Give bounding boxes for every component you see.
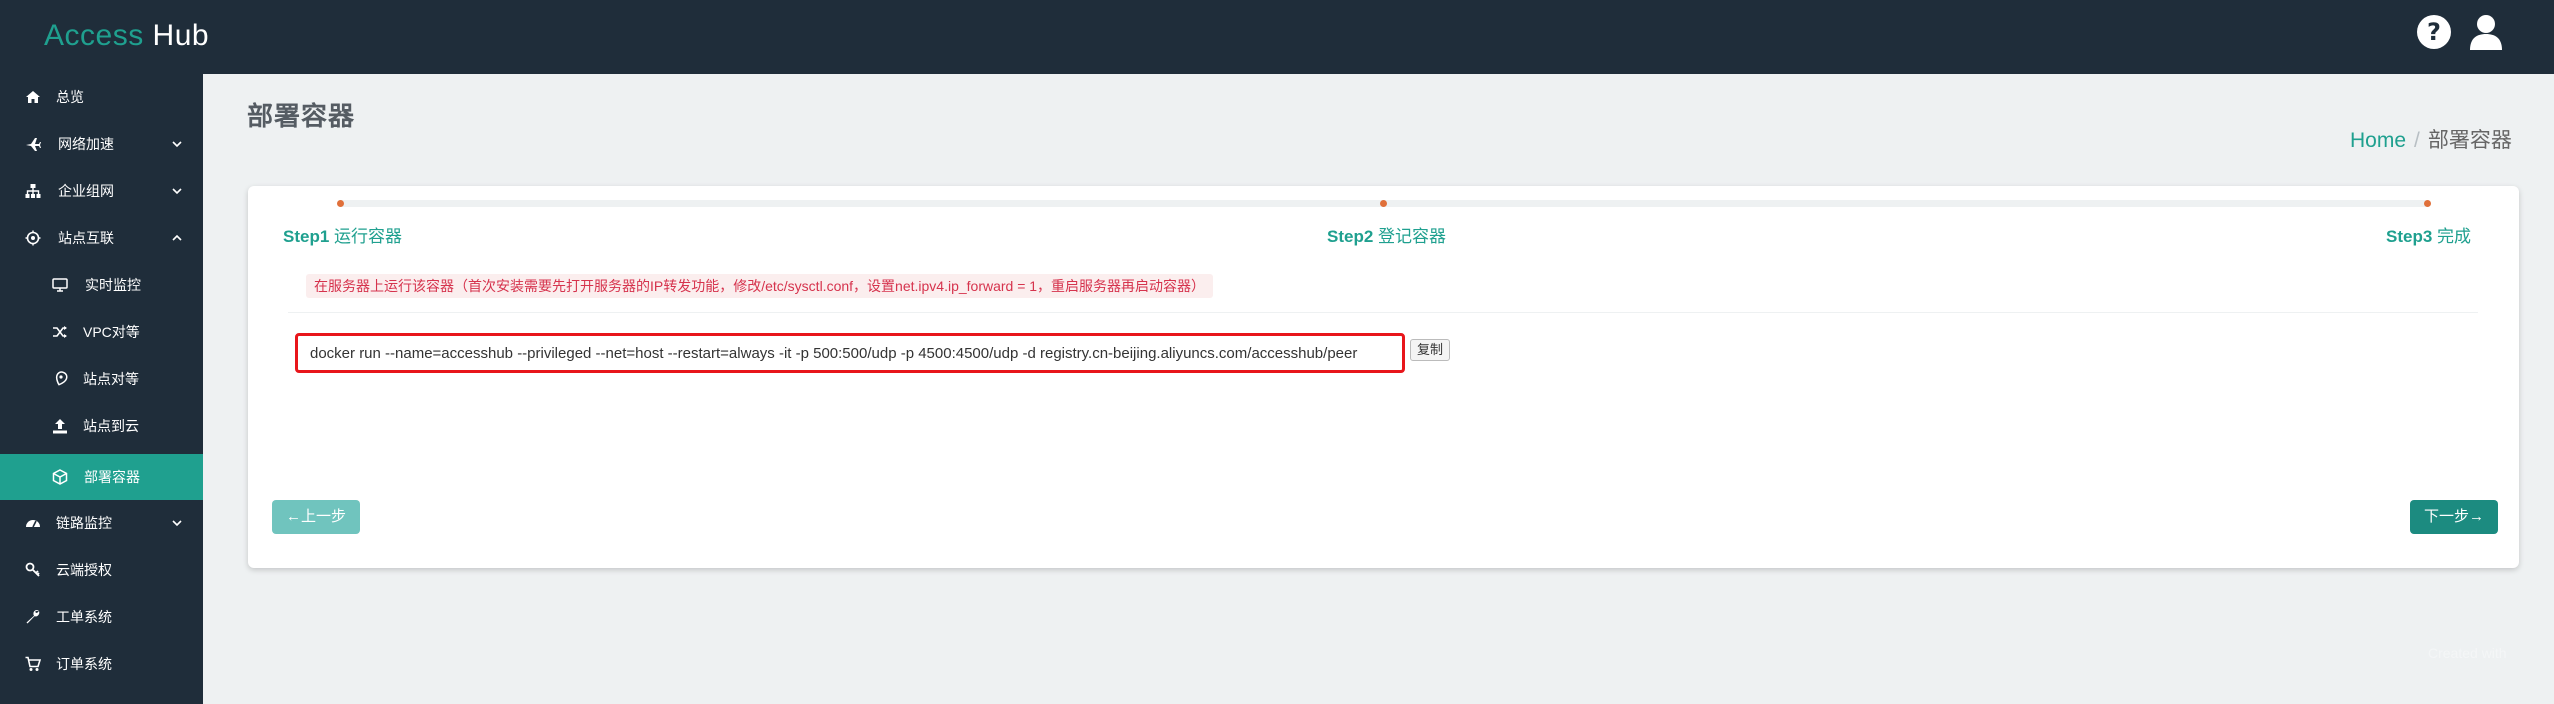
plane-icon bbox=[26, 138, 41, 151]
sidebar-item-label: 工单系统 bbox=[56, 609, 112, 625]
chevron-down-icon bbox=[172, 141, 182, 148]
sidebar-item-label: 部署容器 bbox=[84, 469, 140, 485]
sitemap-icon bbox=[25, 184, 41, 198]
wrench-icon bbox=[26, 610, 40, 624]
breadcrumb-home-link[interactable]: Home bbox=[2350, 129, 2406, 152]
breadcrumb-separator: / bbox=[2414, 129, 2420, 152]
sidebar-item-label: 企业组网 bbox=[58, 183, 114, 199]
sidebar-item-label: 总览 bbox=[56, 89, 84, 105]
sidebar-item-label: VPC对等 bbox=[83, 324, 140, 340]
step1-name: 运行容器 bbox=[334, 227, 403, 246]
next-step-button[interactable]: 下一步→ bbox=[2410, 500, 2499, 534]
sidebar-item-vpc-peering[interactable]: VPC对等 bbox=[0, 309, 203, 355]
sidebar-item-network-acceleration[interactable]: 网络加速 bbox=[0, 121, 203, 167]
footer-created-with: Created with bbox=[2428, 645, 2507, 661]
step1-dot bbox=[337, 200, 344, 207]
docker-command-text[interactable]: docker run --name=accesshub --privileged… bbox=[310, 345, 1357, 362]
step2-number: Step2 bbox=[1327, 227, 1374, 246]
brand-part-2: Hub bbox=[152, 19, 210, 52]
upload-icon bbox=[53, 419, 67, 434]
wizard-card: Step1 运行容器 Step2 登记容器 Step3 完成 在服务器上运行该容… bbox=[248, 186, 2519, 568]
divider bbox=[288, 312, 2478, 313]
cube-icon bbox=[52, 469, 68, 485]
page-title: 部署容器 bbox=[247, 101, 356, 131]
sidebar-item-enterprise-network[interactable]: 企业组网 bbox=[0, 168, 203, 214]
sidebar-item-order-system[interactable]: 订单系统 bbox=[0, 641, 203, 687]
step1-label[interactable]: Step1 运行容器 bbox=[283, 222, 402, 247]
sidebar-item-site-interconnect[interactable]: 站点互联 bbox=[0, 215, 203, 261]
sidebar-item-label: 链路监控 bbox=[56, 515, 112, 531]
step2-name: 登记容器 bbox=[1378, 227, 1447, 246]
link-icon bbox=[25, 230, 41, 246]
step1-number: Step1 bbox=[283, 227, 330, 246]
home-icon bbox=[26, 91, 40, 103]
brand-logo[interactable]: Access Hub bbox=[44, 16, 209, 56]
cart-icon bbox=[25, 656, 41, 671]
sidebar-item-cloud-authorization[interactable]: 云端授权 bbox=[0, 547, 203, 593]
step3-number: Step3 bbox=[2386, 227, 2433, 246]
help-circle-icon[interactable]: ? bbox=[2414, 12, 2454, 52]
ip-forward-notice: 在服务器上运行该容器（首次安装需要先打开服务器的IP转发功能，修改/etc/sy… bbox=[306, 274, 1214, 298]
sidebar-item-realtime-monitor[interactable]: 实时监控 bbox=[0, 262, 203, 308]
sidebar-item-overview[interactable]: 总览 bbox=[0, 74, 203, 120]
sidebar-item-ticket-system[interactable]: 工单系统 bbox=[0, 594, 203, 640]
user-icon[interactable] bbox=[2466, 12, 2506, 52]
svg-text:?: ? bbox=[2427, 18, 2441, 46]
chevron-up-icon bbox=[172, 234, 182, 241]
copy-button[interactable]: 复制 bbox=[1410, 339, 1451, 361]
sidebar-item-link-monitor[interactable]: 链路监控 bbox=[0, 500, 203, 546]
brand-part-1: Access bbox=[44, 19, 144, 52]
sidebar-item-label: 实时监控 bbox=[85, 277, 141, 293]
step3-name: 完成 bbox=[2437, 227, 2472, 246]
sidebar-item-label: 站点互联 bbox=[58, 230, 114, 246]
step3-dot bbox=[2424, 200, 2431, 207]
top-bar: Access Hub ? bbox=[0, 0, 2554, 74]
chevron-down-icon bbox=[172, 188, 182, 195]
sidebar-item-label: 网络加速 bbox=[58, 136, 114, 152]
step3-label[interactable]: Step3 完成 bbox=[2386, 222, 2471, 247]
location-icon bbox=[55, 371, 68, 386]
prev-step-button[interactable]: ←上一步 bbox=[272, 500, 361, 534]
sidebar-item-site-peering[interactable]: 站点对等 bbox=[0, 356, 203, 402]
monitor-icon bbox=[52, 278, 68, 292]
step2-dot bbox=[1380, 200, 1387, 207]
docker-command-box[interactable]: docker run --name=accesshub --privileged… bbox=[295, 333, 1405, 373]
sidebar: 总览 网络加速 企业组网 站点互联 实时监控 VPC对等 站点对等 站点到云 部… bbox=[0, 74, 203, 704]
sidebar-item-label: 云端授权 bbox=[56, 562, 112, 578]
sidebar-item-site-to-cloud[interactable]: 站点到云 bbox=[0, 403, 203, 449]
dashboard-icon bbox=[26, 520, 40, 528]
sidebar-item-label: 站点到云 bbox=[83, 418, 139, 434]
chevron-down-icon bbox=[172, 520, 182, 527]
shuffle-icon bbox=[53, 326, 67, 338]
step2-label[interactable]: Step2 登记容器 bbox=[1327, 222, 1446, 247]
sidebar-item-deploy-container[interactable]: 部署容器 bbox=[0, 454, 203, 500]
sidebar-item-label: 站点对等 bbox=[83, 371, 139, 387]
key-icon bbox=[25, 562, 40, 577]
sidebar-item-label: 订单系统 bbox=[56, 656, 112, 672]
breadcrumb: Home / 部署容器 bbox=[2350, 124, 2512, 154]
breadcrumb-current: 部署容器 bbox=[2427, 129, 2512, 152]
